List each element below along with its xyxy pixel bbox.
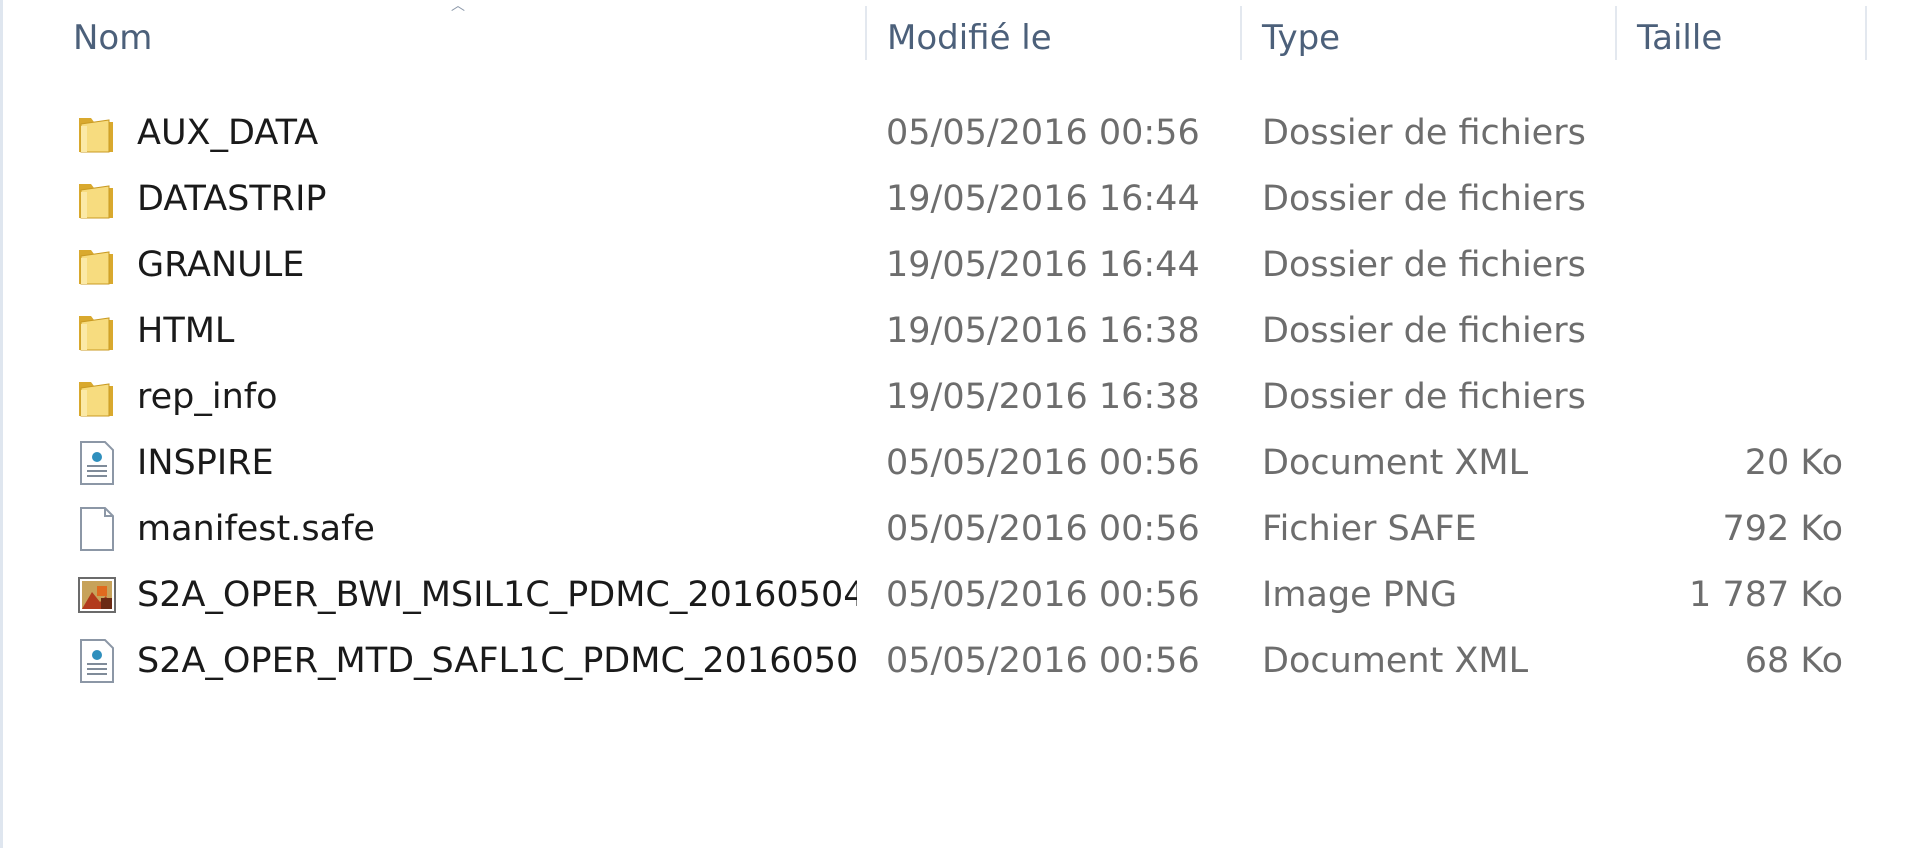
file-row[interactable]: INSPIRE 05/05/2016 00:56 Document XML 20 Ko [3,430,1932,496]
column-header-name[interactable]: Nom [59,10,699,66]
column-header-modified[interactable]: Modifié le [873,10,1233,66]
column-header-bar: ︿ Nom Modifié le Type Taille [3,0,1932,78]
folder-icon [75,374,119,420]
sort-indicator-icon: ︿ [451,0,465,14]
column-divider[interactable] [865,6,867,60]
folder-icon [75,110,119,156]
file-list: AUX_DATA 05/05/2016 00:56 Dossier de fichi… [3,100,1932,694]
file-modified: 19/05/2016 16:38 [886,377,1200,417]
file-size [1563,166,1843,232]
file-modified: 19/05/2016 16:38 [886,311,1200,351]
folder-icon [75,176,119,222]
file-modified: 19/05/2016 16:44 [886,245,1200,285]
file-name: HTML [137,311,235,351]
column-header-size[interactable]: Taille [1623,10,1863,66]
file-name: S2A_OPER_BWI_MSIL1C_PDMC_20160504... [137,575,857,615]
file-row[interactable]: S2A_OPER_BWI_MSIL1C_PDMC_20160504... 05/0… [3,562,1932,628]
file-name: manifest.safe [137,509,375,549]
file-name: DATASTRIP [137,179,327,219]
file-modified: 05/05/2016 00:56 [886,575,1200,615]
xml-document-icon [75,638,119,684]
file-size [1563,298,1843,364]
file-row[interactable]: HTML 19/05/2016 16:38 Dossier de fichiers [3,298,1932,364]
file-explorer: ︿ Nom Modifié le Type Taille AUX_DATA 05/… [0,0,1932,848]
column-divider[interactable] [1865,6,1867,60]
file-name: S2A_OPER_MTD_SAFL1C_PDMC_2016050... [137,641,857,681]
png-image-icon [75,572,119,618]
folder-icon [75,242,119,288]
file-modified: 19/05/2016 16:44 [886,179,1200,219]
file-row[interactable]: S2A_OPER_MTD_SAFL1C_PDMC_2016050... 05/05… [3,628,1932,694]
file-row[interactable]: GRANULE 19/05/2016 16:44 Dossier de fichie… [3,232,1932,298]
file-size [1563,100,1843,166]
file-size [1563,232,1843,298]
file-size [1563,364,1843,430]
file-modified: 05/05/2016 00:56 [886,113,1200,153]
column-divider[interactable] [1615,6,1617,60]
file-size: 1 787 Ko [1689,575,1843,615]
file-size: 20 Ko [1744,443,1843,483]
file-modified: 05/05/2016 00:56 [886,443,1200,483]
file-size: 68 Ko [1744,641,1843,681]
file-name: rep_info [137,377,278,417]
file-size: 792 Ko [1722,509,1843,549]
file-modified: 05/05/2016 00:56 [886,641,1200,681]
folder-icon [75,308,119,354]
file-row[interactable]: rep_info 19/05/2016 16:38 Dossier de fichi… [3,364,1932,430]
file-name: INSPIRE [137,443,274,483]
file-row[interactable]: AUX_DATA 05/05/2016 00:56 Dossier de fichi… [3,100,1932,166]
column-divider[interactable] [1240,6,1242,60]
file-modified: 05/05/2016 00:56 [886,509,1200,549]
file-name: AUX_DATA [137,113,319,153]
blank-file-icon [75,506,119,552]
xml-document-icon [75,440,119,486]
column-header-type[interactable]: Type [1248,10,1608,66]
file-row[interactable]: manifest.safe 05/05/2016 00:56 Fichier SAF… [3,496,1932,562]
file-name: GRANULE [137,245,305,285]
file-row[interactable]: DATASTRIP 19/05/2016 16:44 Dossier de fich… [3,166,1932,232]
